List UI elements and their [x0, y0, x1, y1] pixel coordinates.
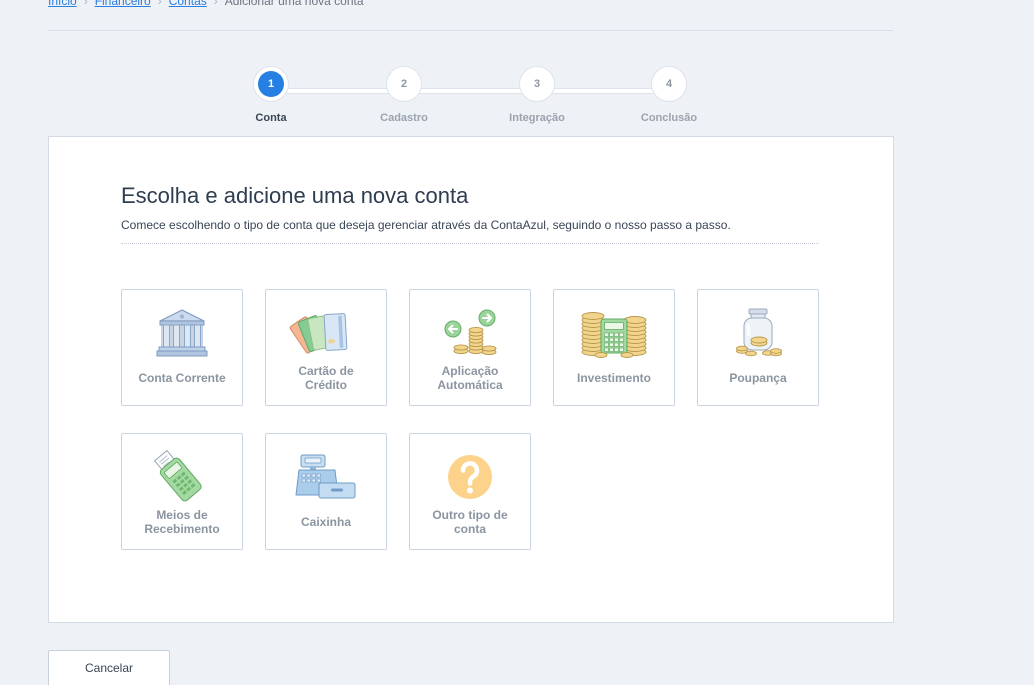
step-4-label: Conclusão	[640, 112, 698, 124]
tile-label-line: Investimento	[576, 371, 651, 385]
step-3-indicator: 3	[519, 66, 555, 102]
step-3-number: 3	[533, 78, 541, 90]
coin-jar-icon	[723, 305, 793, 361]
credit-cards-icon	[289, 305, 361, 361]
tile-label: Caixinha	[270, 503, 382, 541]
tile-label-line: Poupança	[729, 371, 787, 385]
cash-register-icon	[291, 449, 361, 505]
account-type-tile-aplicacao-automatica[interactable]: Aplicação Automática	[409, 289, 531, 406]
tile-label: Conta Corrente	[126, 359, 238, 397]
account-type-tile-conta-corrente[interactable]: Conta Corrente	[121, 289, 243, 406]
tile-label: Outro tipo de conta	[414, 503, 526, 541]
account-type-grid: Conta Corrente Cartão de Crédito Aplicaç…	[121, 289, 819, 550]
account-type-tile-outro-tipo-de-conta[interactable]: Outro tipo de conta	[409, 433, 531, 550]
bank-icon	[147, 305, 217, 361]
page-title: Escolha e adicione uma nova conta	[121, 183, 469, 208]
coins-calculator-icon	[579, 305, 649, 361]
page-subtitle: Comece escolhendo o tipo de conta que de…	[121, 218, 731, 232]
account-type-card: Escolha e adicione uma nova conta Comece…	[48, 136, 894, 623]
breadcrumb-link-financeiro[interactable]: Financeiro	[95, 0, 151, 8]
step-2-number: 2	[400, 78, 408, 90]
breadcrumb-current: Adicionar uma nova conta	[224, 0, 364, 8]
step-2-indicator: 2	[386, 66, 422, 102]
step-4-number: 4	[665, 78, 673, 90]
tile-label-line: Recebimento	[144, 522, 220, 536]
step-4-indicator: 4	[651, 66, 687, 102]
breadcrumb-link-contas[interactable]: Contas	[169, 0, 207, 8]
account-type-tile-meios-de-recebimento[interactable]: Meios de Recebimento	[121, 433, 243, 550]
tile-label-line: conta	[453, 522, 486, 536]
tile-label-line: Cartão de	[298, 364, 354, 378]
tile-label-line: Aplicação	[441, 364, 499, 378]
step-2-label: Cadastro	[380, 112, 428, 124]
question-mark-icon	[435, 449, 505, 505]
header-divider	[48, 30, 893, 31]
tile-label-line: Caixinha	[300, 515, 351, 529]
stepper-track	[271, 88, 669, 94]
account-type-tile-caixinha[interactable]: Caixinha	[265, 433, 387, 550]
tile-label: Cartão de Crédito	[270, 359, 382, 397]
account-type-tile-poupanca[interactable]: Poupança	[697, 289, 819, 406]
breadcrumb-separator: ›	[213, 0, 218, 8]
dotted-divider	[121, 243, 819, 244]
tile-label: Aplicação Automática	[414, 359, 526, 397]
cancel-button[interactable]: Cancelar	[48, 650, 170, 685]
step-1-label: Conta	[255, 112, 287, 124]
tile-label-line: Meios de	[156, 508, 208, 522]
tile-label: Meios de Recebimento	[126, 503, 238, 541]
breadcrumb-separator: ›	[157, 0, 162, 8]
card-machine-icon	[147, 449, 217, 505]
breadcrumb: Início › Financeiro › Contas › Adicionar uma n…	[48, 0, 364, 9]
step-3-label: Integração	[509, 112, 565, 124]
coins-arrows-icon	[435, 305, 505, 361]
step-1-indicator: 1	[253, 66, 289, 102]
tile-label: Poupança	[702, 359, 814, 397]
breadcrumb-link-inicio[interactable]: Início	[48, 0, 77, 8]
tile-label-line: Outro tipo de	[432, 508, 508, 522]
account-type-tile-cartao-de-credito[interactable]: Cartão de Crédito	[265, 289, 387, 406]
tile-label: Investimento	[558, 359, 670, 397]
account-type-tile-investimento[interactable]: Investimento	[553, 289, 675, 406]
step-1-number: 1	[258, 71, 284, 97]
tile-label-line: Conta Corrente	[138, 371, 226, 385]
tile-label-line: Crédito	[305, 378, 347, 392]
breadcrumb-separator: ›	[83, 0, 88, 8]
tile-label-line: Automática	[437, 378, 503, 392]
